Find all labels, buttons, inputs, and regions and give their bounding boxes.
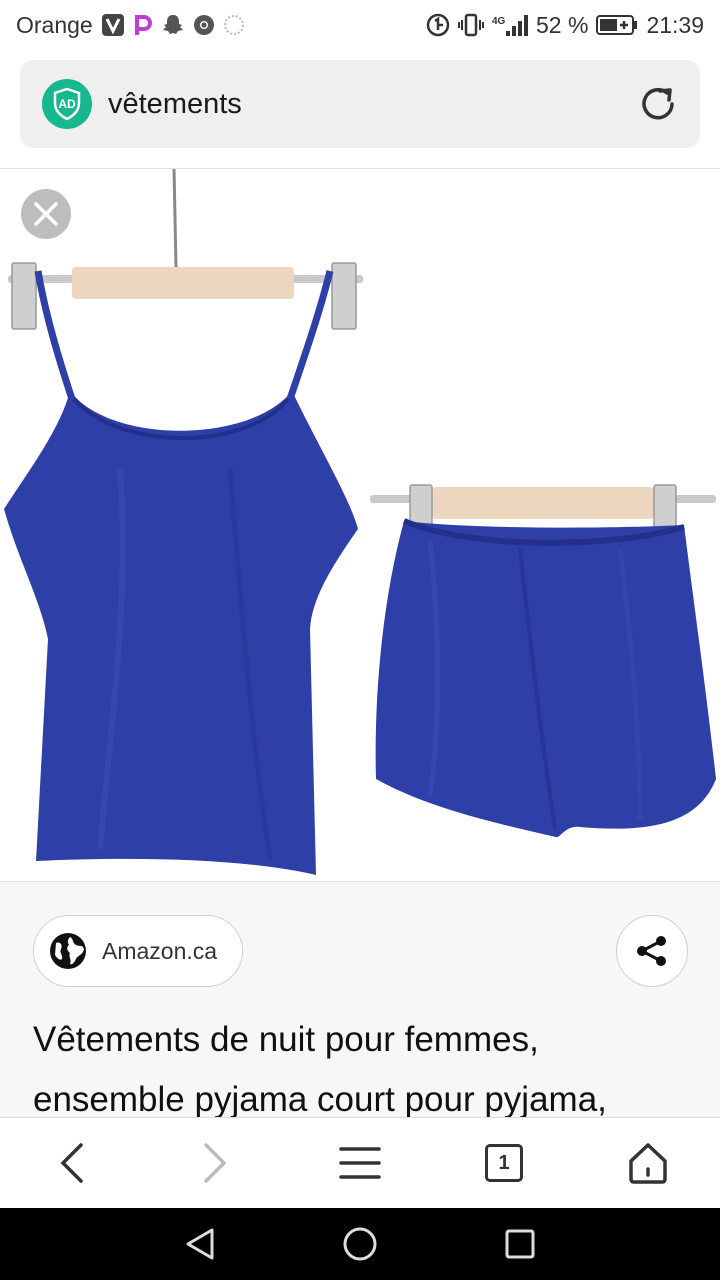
- tab-count: 1: [498, 1151, 510, 1174]
- vibrate-icon: [458, 13, 484, 37]
- menu-button[interactable]: [335, 1138, 385, 1188]
- battery-icon: [596, 14, 638, 36]
- reload-icon: [642, 87, 674, 120]
- nav-home-button[interactable]: [340, 1224, 380, 1264]
- tabs-button[interactable]: 1: [479, 1138, 529, 1188]
- network-type: 4G: [492, 16, 506, 27]
- info-panel: Amazon.ca Vêtements de nuit pour femmes,…: [0, 881, 720, 1117]
- back-icon: [60, 1143, 83, 1183]
- signal-icon: 4G: [492, 13, 528, 37]
- adblock-badge[interactable]: AD: [42, 79, 92, 129]
- nav-recents-button[interactable]: [500, 1224, 540, 1264]
- status-right: 4G 52 % 21:39: [426, 12, 704, 39]
- carrier-name: Orange: [16, 11, 93, 38]
- product-image: [4, 169, 716, 875]
- menu-icon: [339, 1147, 381, 1179]
- adblock-badge-label: AD: [58, 97, 76, 111]
- home-button[interactable]: [623, 1138, 673, 1188]
- tabs-icon: 1: [485, 1144, 523, 1182]
- system-nav-bar: [0, 1208, 720, 1280]
- data-saver-icon: [426, 13, 450, 37]
- close-button[interactable]: [21, 189, 71, 239]
- address-query[interactable]: vêtements: [108, 88, 242, 121]
- source-chip[interactable]: Amazon.ca: [33, 915, 243, 987]
- shield-icon: AD: [53, 87, 81, 121]
- status-bar: Orange 4G 52 % 21:39: [0, 0, 720, 50]
- product-description: Vêtements de nuit pour femmes, ensemble …: [33, 1020, 607, 1117]
- nav-back-button[interactable]: [180, 1224, 220, 1264]
- globe-icon: [50, 933, 86, 969]
- source-label: Amazon.ca: [102, 937, 218, 964]
- share-icon: [637, 936, 666, 966]
- clock: 21:39: [646, 11, 704, 38]
- snapchat-icon: [161, 13, 185, 37]
- nav-back-icon: [186, 1228, 214, 1260]
- nav-recents-icon: [505, 1229, 535, 1259]
- v-app-icon: [101, 13, 125, 37]
- reload-button[interactable]: [636, 82, 680, 126]
- settings-dots-icon: [223, 14, 245, 36]
- picsart-icon: [133, 13, 153, 37]
- nav-home-icon: [343, 1227, 377, 1261]
- forward-icon: [204, 1143, 227, 1183]
- forward-button[interactable]: [190, 1138, 240, 1188]
- share-button[interactable]: [616, 915, 688, 987]
- status-left: Orange: [16, 12, 245, 39]
- close-icon: [34, 202, 58, 226]
- browser-toolbar: 1: [0, 1117, 720, 1208]
- address-bar[interactable]: AD vêtements: [20, 60, 700, 148]
- back-button[interactable]: [47, 1138, 97, 1188]
- image-viewer[interactable]: [0, 169, 720, 881]
- home-icon: [629, 1143, 667, 1184]
- chrome-icon: [193, 14, 215, 36]
- battery-percent: 52 %: [536, 11, 589, 38]
